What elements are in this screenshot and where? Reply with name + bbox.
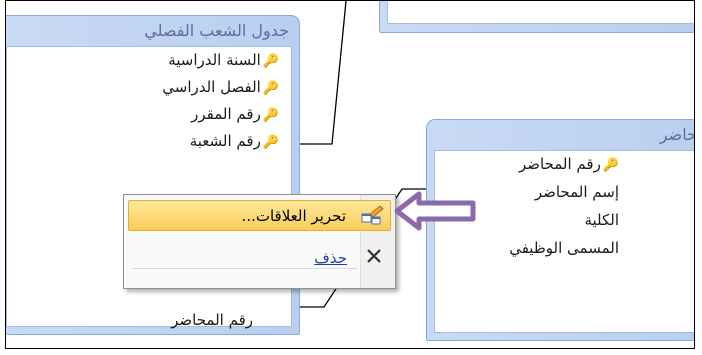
field-label: الكلية [584,211,619,229]
field-faculty[interactable]: الكلية [584,211,619,229]
menu-item-label: حذف [314,249,347,267]
field-label: إسم المحاضر [534,183,619,201]
context-menu[interactable]: تحرير العلاقات... حذف [123,194,396,289]
field-job-title[interactable]: المسمى الوظيفي [509,239,619,257]
field-label: رقم المحاضر [518,155,601,173]
relationships-canvas[interactable]: جدول الشعب الفصلي 🔑السنة الدراسية 🔑الفصل… [5,0,695,349]
field-lecturer-number[interactable]: رقم المحاضر [171,311,253,329]
field-lecturer-id[interactable]: 🔑رقم المحاضر [519,155,619,173]
table-title: جدول الشعب الفصلي [144,21,289,40]
primary-key-icon: 🔑 [262,108,279,123]
field-label: الفصل الدراسي [162,78,261,96]
pointer-arrow-icon [394,191,476,231]
field-semester[interactable]: 🔑الفصل الدراسي [162,78,279,96]
primary-key-icon: 🔑 [262,135,279,150]
primary-key-icon: 🔑 [262,81,279,96]
menu-item-delete[interactable]: حذف [128,243,391,274]
field-course-number[interactable]: 🔑رقم المقرر [191,105,279,123]
partial-table-top[interactable] [379,1,694,33]
primary-key-icon: 🔑 [602,158,619,173]
table-title: المحاضر [659,125,695,144]
field-label: رقم الشعبة [189,132,261,150]
field-lecturer-name[interactable]: إسم المحاضر [535,183,619,201]
field-academic-year[interactable]: 🔑السنة الدراسية [168,51,279,69]
menu-item-label: تحرير العلاقات... [241,207,346,225]
field-label: السنة الدراسية [168,51,261,69]
edit-relationships-icon [360,205,384,231]
field-label: رقم المحاضر [171,311,253,329]
close-x-icon [365,247,383,269]
field-list: 🔑رقم المحاضر إسم المحاضر الكلية المسمى ا… [434,150,694,333]
field-label: المسمى الوظيفي [509,239,619,257]
field-label: رقم المقرر [191,105,261,123]
primary-key-icon: 🔑 [262,54,279,69]
field-section-number[interactable]: 🔑رقم الشعبة [190,132,279,150]
menu-item-edit-relationships[interactable]: تحرير العلاقات... [128,200,391,231]
